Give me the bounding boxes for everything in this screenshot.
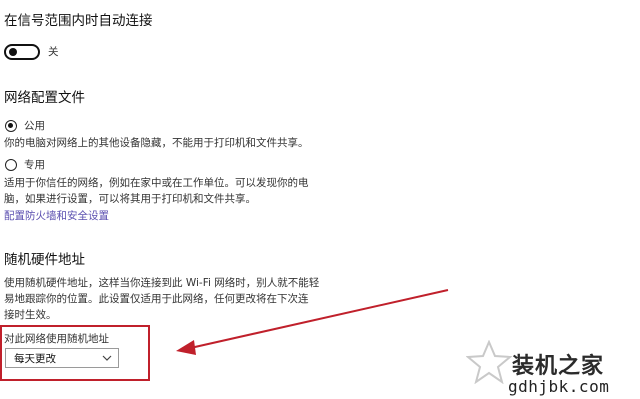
annotation-arrow <box>176 289 449 355</box>
watermark-url: gdhjbk.com <box>508 377 610 396</box>
watermark-name: 装机之家 <box>512 354 605 379</box>
watermark-star-icon <box>466 340 512 384</box>
